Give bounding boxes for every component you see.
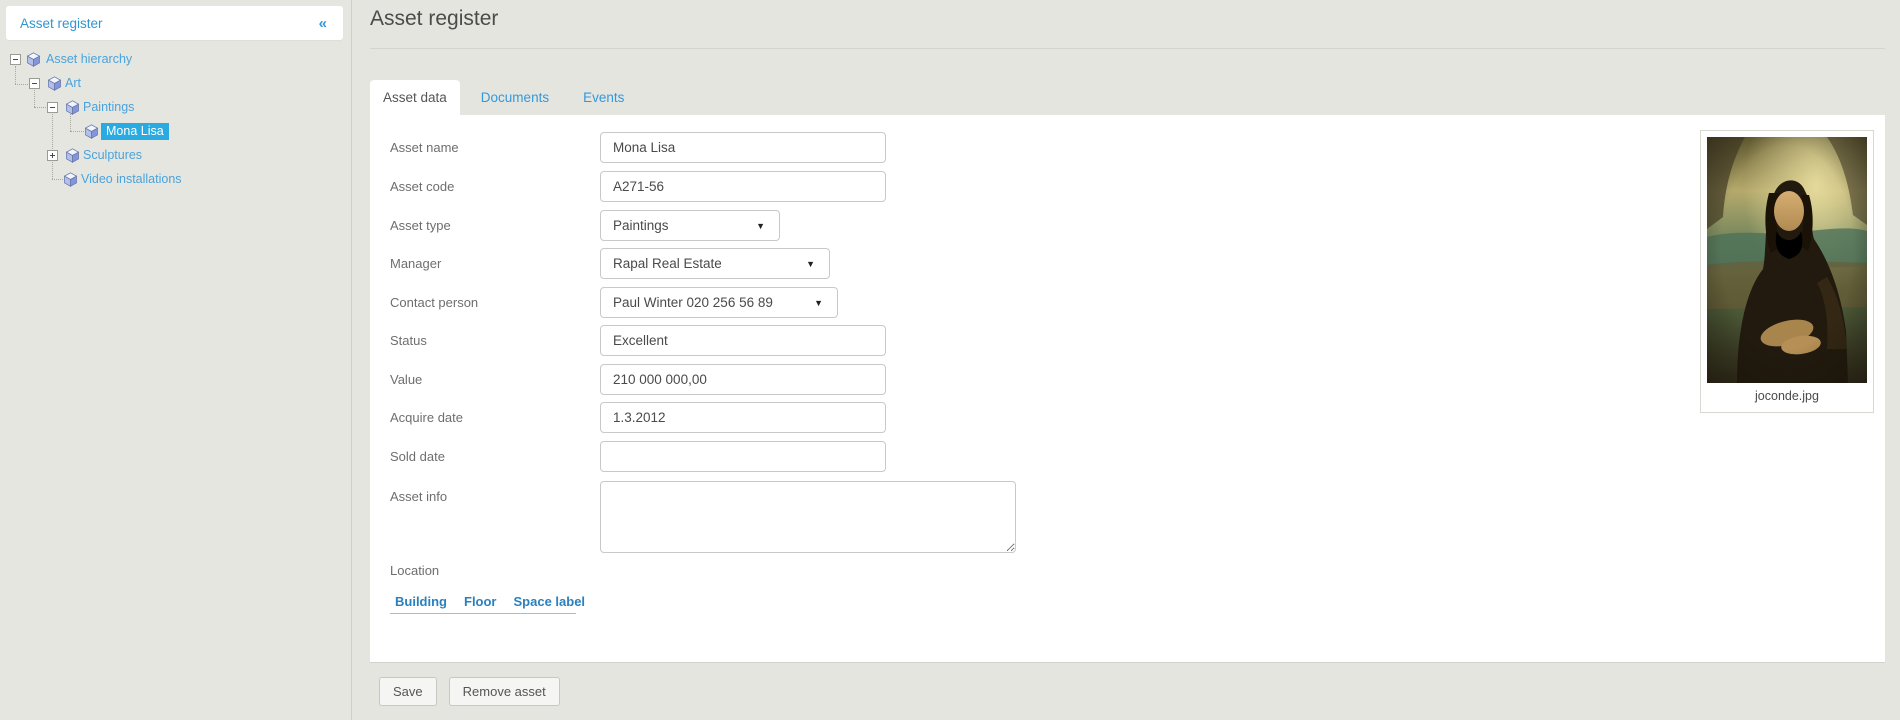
value-input[interactable] [600, 364, 886, 395]
tree-item-video-installations[interactable]: Video installations [81, 171, 182, 188]
cube-icon [65, 100, 80, 115]
asset-data-panel: Asset name Asset code Asset type Paintin… [370, 115, 1885, 663]
cube-icon [63, 172, 78, 187]
sold-date-input[interactable] [600, 441, 886, 472]
dropdown-arrow-icon: ▼ [806, 259, 815, 269]
tree-expander-sculptures[interactable] [47, 150, 58, 161]
asset-info-label: Asset info [390, 481, 447, 512]
mona-lisa-image [1707, 137, 1867, 383]
contact-person-label: Contact person [390, 287, 478, 318]
building-link[interactable]: Building [395, 594, 447, 609]
floor-link[interactable]: Floor [464, 594, 497, 609]
save-button[interactable]: Save [379, 677, 437, 706]
tree-item-art[interactable]: Art [65, 75, 81, 92]
tree-item-mona-lisa[interactable]: Mona Lisa [101, 123, 169, 140]
tree-connector [15, 84, 28, 85]
tab-documents[interactable]: Documents [464, 80, 566, 115]
sidebar-title: Asset register [20, 16, 103, 31]
tree-connector [15, 66, 16, 84]
tree-connector [34, 90, 35, 107]
asset-code-input[interactable] [600, 171, 886, 202]
cube-icon [65, 148, 80, 163]
asset-code-label: Asset code [390, 171, 454, 202]
collapse-sidebar-icon[interactable]: « [319, 16, 327, 31]
tree-item-paintings[interactable]: Paintings [83, 99, 134, 116]
asset-name-label: Asset name [390, 132, 459, 163]
sidebar: Asset register « Asset hierarchy Art [0, 0, 352, 720]
dropdown-arrow-icon: ▼ [814, 298, 823, 308]
tree-item-asset-hierarchy[interactable]: Asset hierarchy [46, 51, 132, 68]
contact-person-value: Paul Winter 020 256 56 89 [613, 295, 773, 310]
tree-connector [70, 131, 84, 132]
tab-bar: Asset data Documents Events [370, 80, 641, 115]
cube-icon [47, 76, 62, 91]
status-label: Status [390, 325, 427, 356]
location-label: Location [390, 563, 439, 578]
tab-events[interactable]: Events [566, 80, 641, 115]
manager-select[interactable]: Rapal Real Estate ▼ [600, 248, 830, 279]
location-links: Building Floor Space label [395, 594, 585, 609]
tree-connector [52, 179, 63, 180]
acquire-date-input[interactable] [600, 402, 886, 433]
attachment-filename: joconde.jpg [1701, 389, 1873, 403]
contact-person-select[interactable]: Paul Winter 020 256 56 89 ▼ [600, 287, 838, 318]
tree-connector [34, 107, 46, 108]
action-buttons: Save Remove asset [379, 677, 560, 706]
location-divider [390, 613, 576, 614]
sidebar-header: Asset register « [6, 6, 343, 40]
space-label-link[interactable]: Space label [514, 594, 586, 609]
cube-icon [84, 124, 99, 139]
asset-tree: Asset hierarchy Art Paintings Mona Lisa [0, 44, 352, 704]
status-input[interactable] [600, 325, 886, 356]
tab-asset-data[interactable]: Asset data [370, 80, 460, 115]
remove-asset-button[interactable]: Remove asset [449, 677, 560, 706]
sold-date-label: Sold date [390, 441, 445, 472]
tree-expander-paintings[interactable] [47, 102, 58, 113]
title-divider [370, 48, 1885, 49]
attachment-card: joconde.jpg [1700, 130, 1874, 413]
cube-icon [26, 52, 41, 67]
acquire-date-label: Acquire date [390, 402, 463, 433]
tree-connector [70, 114, 71, 131]
tree-item-sculptures[interactable]: Sculptures [83, 147, 142, 164]
manager-label: Manager [390, 248, 441, 279]
asset-name-input[interactable] [600, 132, 886, 163]
manager-value: Rapal Real Estate [613, 256, 722, 271]
asset-type-label: Asset type [390, 210, 451, 241]
value-label: Value [390, 364, 422, 395]
tree-expander-art[interactable] [29, 78, 40, 89]
tree-expander-asset-hierarchy[interactable] [10, 54, 21, 65]
asset-type-value: Paintings [613, 218, 669, 233]
asset-info-textarea[interactable] [600, 481, 1016, 553]
dropdown-arrow-icon: ▼ [756, 221, 765, 231]
asset-type-select[interactable]: Paintings ▼ [600, 210, 780, 241]
page-title: Asset register [370, 7, 498, 31]
tree-connector [52, 114, 53, 179]
